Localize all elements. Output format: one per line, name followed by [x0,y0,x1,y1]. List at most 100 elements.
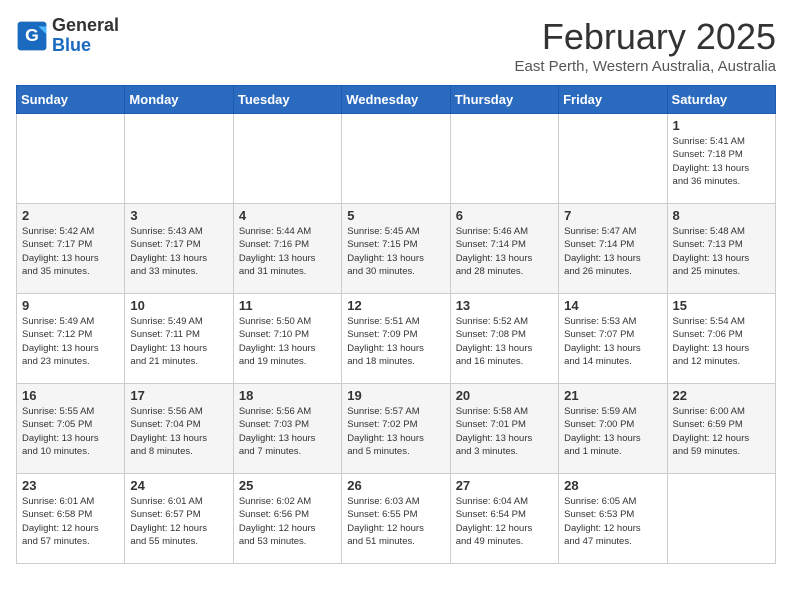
day-number: 13 [456,298,553,313]
day-number: 15 [673,298,770,313]
day-number: 19 [347,388,444,403]
day-number: 16 [22,388,119,403]
day-cell: 2 Sunrise: 5:42 AM Sunset: 7:17 PM Daylig… [17,204,125,294]
day-cell: 26Sunrise: 6:03 AM Sunset: 6:55 PM Dayli… [342,474,450,564]
day-number: 6 [456,208,553,223]
day-number: 12 [347,298,444,313]
day-cell [342,114,450,204]
day-info: Sunrise: 5:51 AM Sunset: 7:09 PM Dayligh… [347,315,444,368]
calendar-subtitle: East Perth, Western Australia, Australia [514,58,776,75]
day-number: 8 [673,208,770,223]
day-info: Sunrise: 6:01 AM Sunset: 6:57 PM Dayligh… [130,495,227,548]
day-cell: 1 Sunrise: 5:41 AM Sunset: 7:18 PM Daylig… [667,114,775,204]
logo-text: General Blue [52,16,119,56]
day-number: 1 [673,118,770,133]
day-info: Sunrise: 6:02 AM Sunset: 6:56 PM Dayligh… [239,495,336,548]
week-row-2: 2 Sunrise: 5:42 AM Sunset: 7:17 PM Daylig… [17,204,776,294]
day-info: Sunrise: 5:55 AM Sunset: 7:05 PM Dayligh… [22,405,119,458]
weekday-header-friday: Friday [559,86,667,114]
day-number: 14 [564,298,661,313]
day-cell: 14Sunrise: 5:53 AM Sunset: 7:07 PM Dayli… [559,294,667,384]
day-info: Sunrise: 6:04 AM Sunset: 6:54 PM Dayligh… [456,495,553,548]
logo-icon: G [16,20,48,52]
day-info: Sunrise: 5:49 AM Sunset: 7:12 PM Dayligh… [22,315,119,368]
day-cell: 4 Sunrise: 5:44 AM Sunset: 7:16 PM Daylig… [233,204,341,294]
calendar-title: February 2025 [514,16,776,58]
day-cell: 11 Sunrise: 5:50 AM Sunset: 7:10 PM Dayli… [233,294,341,384]
weekday-header-monday: Monday [125,86,233,114]
weekday-header-tuesday: Tuesday [233,86,341,114]
day-number: 27 [456,478,553,493]
day-cell: 27 Sunrise: 6:04 AM Sunset: 6:54 PM Dayli… [450,474,558,564]
week-row-3: 9 Sunrise: 5:49 AM Sunset: 7:12 PM Daylig… [17,294,776,384]
day-cell: 16 Sunrise: 5:55 AM Sunset: 7:05 PM Dayli… [17,384,125,474]
svg-text:G: G [25,25,39,45]
day-number: 4 [239,208,336,223]
day-cell: 15 Sunrise: 5:54 AM Sunset: 7:06 PM Dayli… [667,294,775,384]
day-cell: 7 Sunrise: 5:47 AM Sunset: 7:14 PM Daylig… [559,204,667,294]
day-cell [667,474,775,564]
day-cell: 25 Sunrise: 6:02 AM Sunset: 6:56 PM Dayli… [233,474,341,564]
day-number: 7 [564,208,661,223]
day-info: Sunrise: 5:48 AM Sunset: 7:13 PM Dayligh… [673,225,770,278]
day-info: Sunrise: 5:57 AM Sunset: 7:02 PM Dayligh… [347,405,444,458]
day-cell: 20 Sunrise: 5:58 AM Sunset: 7:01 PM Dayli… [450,384,558,474]
weekday-header-row: SundayMondayTuesdayWednesdayThursdayFrid… [17,86,776,114]
day-cell: 8 Sunrise: 5:48 AM Sunset: 7:13 PM Daylig… [667,204,775,294]
day-cell [559,114,667,204]
day-cell: 12 Sunrise: 5:51 AM Sunset: 7:09 PM Dayli… [342,294,450,384]
day-cell: 17 Sunrise: 5:56 AM Sunset: 7:04 PM Dayli… [125,384,233,474]
day-cell: 10Sunrise: 5:49 AM Sunset: 7:11 PM Dayli… [125,294,233,384]
day-cell: 3Sunrise: 5:43 AM Sunset: 7:17 PM Daylig… [125,204,233,294]
day-cell: 5 Sunrise: 5:45 AM Sunset: 7:15 PM Daylig… [342,204,450,294]
day-info: Sunrise: 5:42 AM Sunset: 7:17 PM Dayligh… [22,225,119,278]
day-info: Sunrise: 5:41 AM Sunset: 7:18 PM Dayligh… [673,135,770,188]
header: G General Blue February 2025 East Perth,… [16,16,776,75]
title-area: February 2025 East Perth, Western Austra… [514,16,776,75]
day-info: Sunrise: 6:00 AM Sunset: 6:59 PM Dayligh… [673,405,770,458]
day-info: Sunrise: 6:03 AM Sunset: 6:55 PM Dayligh… [347,495,444,548]
day-number: 11 [239,298,336,313]
day-info: Sunrise: 5:49 AM Sunset: 7:11 PM Dayligh… [130,315,227,368]
day-number: 5 [347,208,444,223]
day-number: 22 [673,388,770,403]
day-info: Sunrise: 5:50 AM Sunset: 7:10 PM Dayligh… [239,315,336,368]
day-cell: 19 Sunrise: 5:57 AM Sunset: 7:02 PM Dayli… [342,384,450,474]
day-info: Sunrise: 5:58 AM Sunset: 7:01 PM Dayligh… [456,405,553,458]
week-row-1: 1 Sunrise: 5:41 AM Sunset: 7:18 PM Daylig… [17,114,776,204]
weekday-header-wednesday: Wednesday [342,86,450,114]
day-info: Sunrise: 6:01 AM Sunset: 6:58 PM Dayligh… [22,495,119,548]
day-info: Sunrise: 5:45 AM Sunset: 7:15 PM Dayligh… [347,225,444,278]
day-info: Sunrise: 5:54 AM Sunset: 7:06 PM Dayligh… [673,315,770,368]
day-cell: 24 Sunrise: 6:01 AM Sunset: 6:57 PM Dayli… [125,474,233,564]
day-number: 24 [130,478,227,493]
logo: G General Blue [16,16,119,56]
day-cell: 18Sunrise: 5:56 AM Sunset: 7:03 PM Dayli… [233,384,341,474]
day-cell: 6 Sunrise: 5:46 AM Sunset: 7:14 PM Daylig… [450,204,558,294]
day-number: 21 [564,388,661,403]
day-cell [450,114,558,204]
day-number: 9 [22,298,119,313]
day-info: Sunrise: 5:44 AM Sunset: 7:16 PM Dayligh… [239,225,336,278]
weekday-header-sunday: Sunday [17,86,125,114]
day-info: Sunrise: 6:05 AM Sunset: 6:53 PM Dayligh… [564,495,661,548]
day-number: 23 [22,478,119,493]
day-number: 28 [564,478,661,493]
day-number: 2 [22,208,119,223]
day-cell: 28 Sunrise: 6:05 AM Sunset: 6:53 PM Dayli… [559,474,667,564]
week-row-4: 16 Sunrise: 5:55 AM Sunset: 7:05 PM Dayli… [17,384,776,474]
day-number: 17 [130,388,227,403]
day-cell [233,114,341,204]
day-info: Sunrise: 5:52 AM Sunset: 7:08 PM Dayligh… [456,315,553,368]
day-info: Sunrise: 5:46 AM Sunset: 7:14 PM Dayligh… [456,225,553,278]
day-number: 25 [239,478,336,493]
week-row-5: 23 Sunrise: 6:01 AM Sunset: 6:58 PM Dayli… [17,474,776,564]
day-info: Sunrise: 5:56 AM Sunset: 7:04 PM Dayligh… [130,405,227,458]
day-cell: 9 Sunrise: 5:49 AM Sunset: 7:12 PM Daylig… [17,294,125,384]
day-number: 18 [239,388,336,403]
day-info: Sunrise: 5:59 AM Sunset: 7:00 PM Dayligh… [564,405,661,458]
day-cell [17,114,125,204]
day-cell: 23 Sunrise: 6:01 AM Sunset: 6:58 PM Dayli… [17,474,125,564]
day-info: Sunrise: 5:47 AM Sunset: 7:14 PM Dayligh… [564,225,661,278]
day-number: 20 [456,388,553,403]
